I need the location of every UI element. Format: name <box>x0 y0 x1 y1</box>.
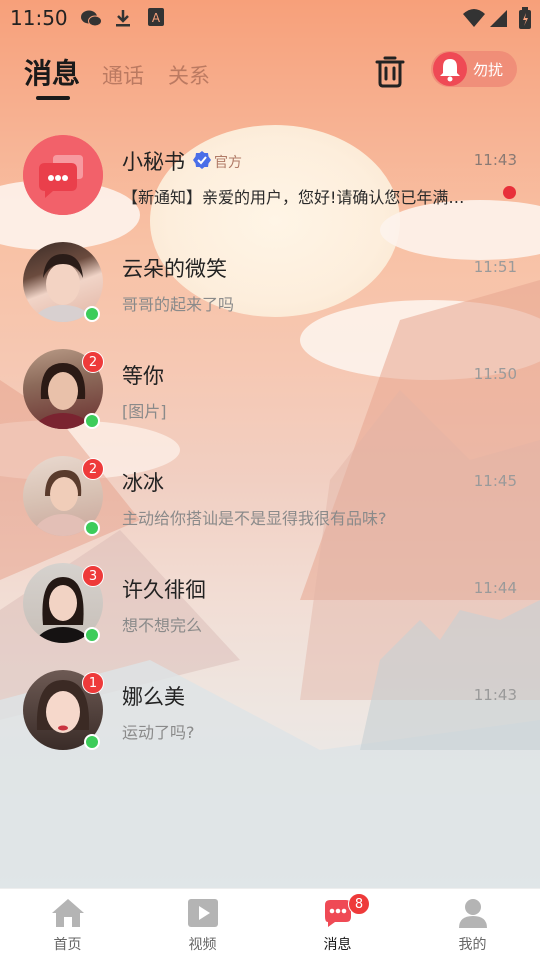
conversation-time: 11:51 <box>473 258 517 276</box>
conversation-preview: 想不想完么 <box>122 616 203 635</box>
online-status-dot <box>84 306 100 322</box>
nav-profile[interactable]: 我的 <box>405 889 540 960</box>
nav-video[interactable]: 视频 <box>135 889 270 960</box>
conversation-time: 11:50 <box>473 365 517 383</box>
conversation-preview: 哥哥的起来了吗 <box>122 295 235 314</box>
nav-label: 视频 <box>188 937 217 953</box>
do-not-disturb-button[interactable]: 勿扰 <box>431 51 517 87</box>
tab-calls[interactable]: 通话 <box>102 60 144 90</box>
conversation-row[interactable]: 云朵的微笑 11:51 哥哥的起来了吗 <box>0 225 540 332</box>
verified-icon <box>193 151 211 169</box>
nav-label: 我的 <box>458 937 487 953</box>
signal-icon <box>490 10 507 27</box>
profile-icon <box>458 899 487 928</box>
nav-label: 首页 <box>53 937 82 953</box>
battery-icon <box>519 7 531 29</box>
do-not-disturb-label: 勿扰 <box>473 61 504 79</box>
tab-messages[interactable]: 消息 <box>24 52 80 92</box>
status-time: 11:50 <box>10 6 68 30</box>
conversation-name: 许久徘徊 <box>122 578 206 602</box>
unread-badge: 1 <box>82 672 104 694</box>
unread-badge: 2 <box>82 351 104 373</box>
bell-icon <box>433 52 467 86</box>
conversation-time: 11:43 <box>473 686 517 704</box>
conversation-name: 小秘书 <box>122 150 185 174</box>
conversation-preview: 【新通知】亲爱的用户，您好!请确认您已年满… <box>122 188 465 207</box>
online-status-dot <box>84 520 100 536</box>
conversation-name: 娜么美 <box>122 685 185 709</box>
conversation-preview: 运动了吗? <box>122 723 195 742</box>
bottom-nav: 首页 视频 8 消息 我的 <box>0 888 540 960</box>
wechat-icon <box>81 10 102 27</box>
conversation-name: 云朵的微笑 <box>122 257 227 281</box>
unread-badge: 3 <box>82 565 104 587</box>
conversation-row-secretary[interactable]: 小秘书 官方 11:43 【新通知】亲爱的用户，您好!请确认您已年满… <box>0 118 540 225</box>
conversation-row[interactable]: 2 冰冰 11:45 主动给你搭讪是不是显得我很有品味? <box>0 439 540 546</box>
video-icon <box>187 899 218 927</box>
nav-badge: 8 <box>348 893 370 915</box>
official-tag: 官方 <box>214 155 242 171</box>
nav-messages[interactable]: 8 消息 <box>270 889 405 960</box>
status-bar: 11:50 A <box>0 0 540 38</box>
unread-dot <box>503 186 516 199</box>
svg-text:A: A <box>152 11 161 25</box>
header: 消息 通话 关系 勿扰 <box>0 44 540 104</box>
a-icon: A <box>148 8 164 26</box>
download-icon <box>116 10 130 27</box>
conversation-row[interactable]: 1 娜么美 11:43 运动了吗? <box>0 653 540 760</box>
conversation-preview: [图片] <box>122 402 167 421</box>
conversation-time: 11:43 <box>473 151 517 169</box>
trash-icon[interactable] <box>374 54 406 88</box>
home-icon <box>51 899 84 927</box>
tab-active-indicator <box>36 96 70 100</box>
online-status-dot <box>84 734 100 750</box>
online-status-dot <box>84 413 100 429</box>
conversation-time: 11:45 <box>473 472 517 490</box>
conversation-row[interactable]: 2 等你 11:50 [图片] <box>0 332 540 439</box>
conversation-name: 冰冰 <box>122 471 164 495</box>
tab-relations[interactable]: 关系 <box>168 60 210 90</box>
conversation-time: 11:44 <box>473 579 517 597</box>
online-status-dot <box>84 627 100 643</box>
nav-home[interactable]: 首页 <box>0 889 135 960</box>
avatar-secretary <box>23 135 103 215</box>
conversation-row[interactable]: 3 许久徘徊 11:44 想不想完么 <box>0 546 540 653</box>
conversation-preview: 主动给你搭讪是不是显得我很有品味? <box>122 509 387 528</box>
wifi-icon <box>463 9 485 27</box>
chat-bubble-icon <box>23 135 103 215</box>
unread-badge: 2 <box>82 458 104 480</box>
conversation-name: 等你 <box>122 364 164 388</box>
nav-label: 消息 <box>323 937 352 953</box>
